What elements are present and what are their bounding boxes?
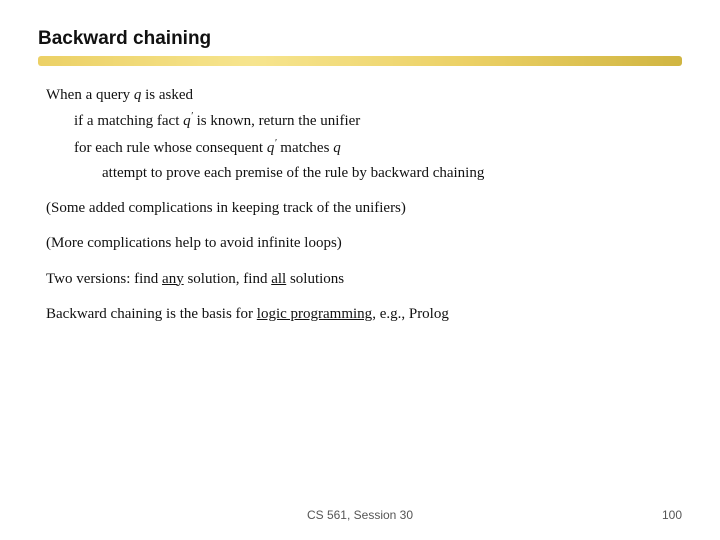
footer-session: CS 561, Session 30 [38,508,682,522]
decorative-bar [38,56,682,66]
slide-title: Backward chaining [38,28,682,50]
line-query: When a query q is asked [46,84,682,107]
text-any: any [162,271,184,287]
line-two-versions: Two versions: find any solution, find al… [46,268,682,291]
text-basis-suffix: , e.g., Prolog [372,306,449,322]
text-solution-find: solution, find [184,271,272,287]
text-is-asked: is asked [141,87,193,103]
spacer-3 [46,258,682,268]
spacer-1 [46,187,682,197]
main-content: When a query q is asked if a matching fa… [38,84,682,326]
spacer-4 [46,293,682,303]
text-some-added: (Some added complications in keeping tra… [46,200,406,216]
line-complications-1: (Some added complications in keeping tra… [46,197,682,220]
text-more-complications: (More complications help to avoid infini… [46,235,342,251]
text-attempt: attempt to prove each premise of the rul… [102,165,484,181]
text-for-each: for each rule whose consequent [74,140,267,156]
math-qprime-2: q′ [267,140,277,156]
text-basis-prefix: Backward chaining is the basis for [46,306,257,322]
math-qprime-1: q′ [183,113,193,129]
footer: CS 561, Session 30 100 [0,508,720,522]
footer-page: 100 [662,508,682,522]
text-matches: matches [277,140,334,156]
line-each-rule: for each rule whose consequent q′ matche… [46,136,682,160]
math-q-2: q [333,140,341,156]
text-logic-programming: logic programming [257,306,372,322]
text-solutions: solutions [286,271,344,287]
text-is-known: is known, return the unifier [193,113,360,129]
text-all: all [271,271,286,287]
line-attempt: attempt to prove each premise of the rul… [46,162,682,185]
text-when-query: When a query [46,87,134,103]
line-basis: Backward chaining is the basis for logic… [46,303,682,326]
line-matching-fact: if a matching fact q′ is known, return t… [46,109,682,133]
spacer-2 [46,222,682,232]
line-complications-2: (More complications help to avoid infini… [46,232,682,255]
text-if-a: if a matching fact [74,113,183,129]
text-two-versions: Two versions: find [46,271,162,287]
slide-container: Backward chaining When a query q is aske… [0,0,720,540]
